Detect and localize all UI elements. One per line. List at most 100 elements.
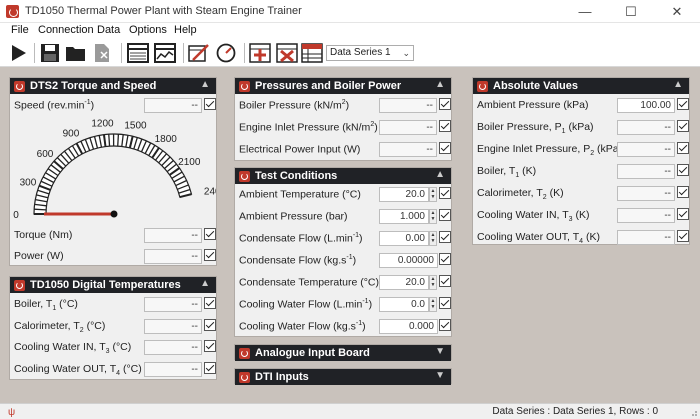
power-value: -- bbox=[144, 249, 202, 264]
speed-row: Speed (rev.min-1) -- bbox=[10, 96, 216, 116]
pressure-1-value: -- bbox=[379, 120, 437, 135]
test-0-value[interactable]: 20.0 bbox=[379, 187, 429, 202]
pressure-0-checkbox[interactable] bbox=[439, 98, 451, 110]
torque-value: -- bbox=[144, 228, 202, 243]
collapse-icon[interactable]: ▲ bbox=[200, 79, 210, 90]
pressure-2-value: -- bbox=[379, 142, 437, 157]
panel-title: TD1050 Digital Temperatures bbox=[30, 279, 181, 291]
test-4-checkbox[interactable] bbox=[439, 275, 451, 287]
panel-title: DTI Inputs bbox=[255, 371, 309, 383]
speed-checkbox[interactable] bbox=[204, 98, 216, 110]
test-5-checkbox[interactable] bbox=[439, 297, 451, 309]
temp-3-checkbox[interactable] bbox=[204, 361, 216, 374]
torque-label: Torque (Nm) bbox=[14, 229, 73, 241]
test-4-spinner[interactable]: ▲ ▼ bbox=[429, 275, 437, 290]
test-2-checkbox[interactable] bbox=[439, 231, 451, 243]
gauge-tick-label: 1500 bbox=[124, 121, 147, 132]
pressure-1-checkbox[interactable] bbox=[439, 120, 451, 132]
open-button[interactable] bbox=[64, 42, 88, 64]
sample-config-button[interactable] bbox=[214, 42, 238, 64]
menu-connection[interactable]: Connection bbox=[38, 24, 94, 36]
minimize-button[interactable]: — bbox=[562, 0, 608, 23]
collapse-icon[interactable]: ▲ bbox=[673, 79, 683, 90]
temp-2-checkbox[interactable] bbox=[204, 340, 216, 352]
power-checkbox[interactable] bbox=[204, 249, 216, 261]
temp-2-label: Cooling Water IN, T3 (°C) bbox=[14, 341, 132, 356]
pressure-0-row: Boiler Pressure (kN/m2) -- bbox=[235, 96, 451, 116]
test-1-checkbox[interactable] bbox=[439, 209, 451, 221]
temp-3-label: Cooling Water OUT, T4 (°C) bbox=[14, 362, 142, 377]
panel-header[interactable]: Pressures and Boiler Power ▲ bbox=[235, 78, 451, 94]
chart-view-button[interactable] bbox=[153, 42, 177, 64]
add-series-button[interactable] bbox=[248, 42, 272, 64]
gauge-tick bbox=[108, 134, 111, 147]
abs-6-checkbox[interactable] bbox=[677, 230, 689, 242]
abs-0-checkbox[interactable] bbox=[677, 98, 689, 110]
close-button[interactable]: ✕ bbox=[654, 0, 700, 23]
play-button[interactable] bbox=[6, 42, 30, 64]
abs-1-checkbox[interactable] bbox=[677, 120, 689, 132]
delete-series-button[interactable] bbox=[275, 42, 299, 64]
abs-2-row: Engine Inlet Pressure, P2 (kPa) -- bbox=[473, 140, 689, 160]
gauge-tick-label: 1200 bbox=[91, 119, 114, 130]
test-4-row: Condensate Temperature (°C) 20.0 ▲ ▼ bbox=[235, 273, 451, 293]
toolbar: Data Series 1 ⌄ bbox=[0, 39, 700, 67]
test-5-row: Cooling Water Flow (L.min-1) 0.0 ▲ ▼ bbox=[235, 295, 451, 315]
export-button[interactable] bbox=[90, 42, 114, 64]
panel-logo-icon bbox=[239, 347, 250, 359]
test-2-value[interactable]: 0.00 bbox=[379, 231, 429, 246]
gauge-hub bbox=[110, 210, 118, 218]
abs-3-checkbox[interactable] bbox=[677, 164, 689, 176]
test-6-value: 0.000 bbox=[379, 319, 438, 334]
abs-1-row: Boiler Pressure, P1 (kPa) -- bbox=[473, 118, 689, 138]
test-5-spinner[interactable]: ▲ ▼ bbox=[429, 297, 437, 312]
temp-0-row: Boiler, T1 (°C) -- bbox=[10, 295, 216, 315]
collapse-icon[interactable]: ▲ bbox=[435, 79, 445, 90]
edit-sample-button[interactable] bbox=[187, 42, 211, 64]
expand-icon[interactable]: ▼ bbox=[435, 346, 445, 357]
test-3-checkbox[interactable] bbox=[439, 253, 451, 265]
test-6-checkbox[interactable] bbox=[439, 319, 451, 331]
torque-checkbox[interactable] bbox=[204, 228, 216, 240]
resize-grip-icon[interactable] bbox=[688, 407, 698, 417]
test-5-value[interactable]: 0.0 bbox=[379, 297, 429, 312]
abs-0-value: 100.00 bbox=[617, 98, 675, 113]
maximize-button[interactable]: ☐ bbox=[608, 0, 654, 23]
abs-5-checkbox[interactable] bbox=[677, 208, 689, 220]
pressure-2-row: Electrical Power Input (W) -- bbox=[235, 140, 451, 160]
chevron-down-icon: ⌄ bbox=[402, 48, 410, 58]
abs-4-checkbox[interactable] bbox=[677, 186, 689, 198]
menu-file[interactable]: File bbox=[11, 24, 29, 36]
panel-header[interactable]: TD1050 Digital Temperatures ▲ bbox=[10, 277, 216, 293]
panel-header[interactable]: Test Conditions ▲ bbox=[235, 168, 451, 184]
save-button[interactable] bbox=[38, 42, 62, 64]
test-0-checkbox[interactable] bbox=[439, 187, 451, 199]
abs-2-checkbox[interactable] bbox=[677, 142, 689, 154]
temp-1-checkbox[interactable] bbox=[204, 318, 216, 331]
panel-header[interactable]: Analogue Input Board ▼ bbox=[235, 345, 451, 361]
table-view-button[interactable] bbox=[126, 42, 150, 64]
test-1-spinner[interactable]: ▲ ▼ bbox=[429, 209, 437, 224]
menu-data[interactable]: Data bbox=[97, 24, 120, 36]
test-2-spinner[interactable]: ▲ ▼ bbox=[429, 231, 437, 246]
test-1-row: Ambient Pressure (bar) 1.000 ▲ ▼ bbox=[235, 207, 451, 227]
test-0-spinner[interactable]: ▲ ▼ bbox=[429, 187, 437, 202]
series-table-button[interactable] bbox=[300, 42, 324, 64]
test-1-value[interactable]: 1.000 bbox=[379, 209, 429, 224]
test-0-label: Ambient Temperature (°C) bbox=[239, 188, 361, 201]
panel-header[interactable]: DTI Inputs ▼ bbox=[235, 369, 451, 385]
collapse-icon[interactable]: ▲ bbox=[435, 169, 445, 180]
panel-header[interactable]: DTS2 Torque and Speed ▲ bbox=[10, 78, 216, 94]
gauge-tick-label: 900 bbox=[63, 129, 80, 140]
test-4-value[interactable]: 20.0 bbox=[379, 275, 429, 290]
expand-icon[interactable]: ▼ bbox=[435, 370, 445, 381]
data-series-select[interactable]: Data Series 1 ⌄ bbox=[326, 45, 414, 61]
menu-help[interactable]: Help bbox=[174, 24, 197, 36]
temp-0-checkbox[interactable] bbox=[204, 297, 216, 309]
panel-header[interactable]: Absolute Values ▲ bbox=[473, 78, 689, 94]
pressure-2-checkbox[interactable] bbox=[439, 142, 451, 154]
gauge-tick-label: 2100 bbox=[178, 157, 201, 168]
menu-options[interactable]: Options bbox=[129, 24, 167, 36]
collapse-icon[interactable]: ▲ bbox=[200, 278, 210, 289]
panel-title: DTS2 Torque and Speed bbox=[30, 80, 157, 92]
